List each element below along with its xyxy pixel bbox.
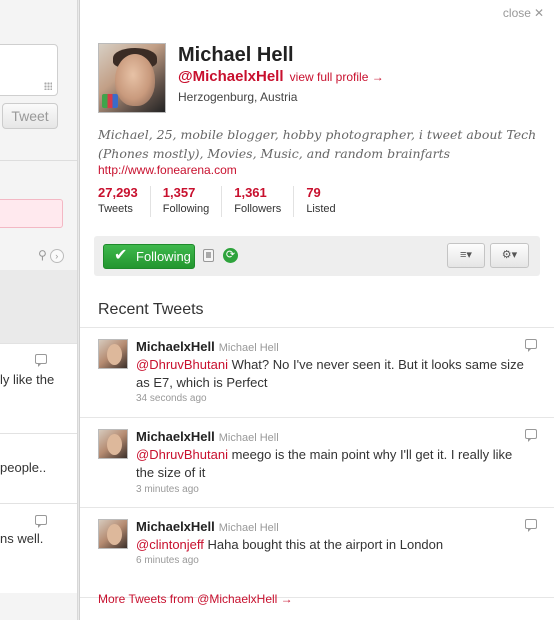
tweet-full-name: Michael Hell	[218, 432, 279, 444]
recent-tweets-heading: Recent Tweets	[98, 301, 204, 318]
profile-stats: 27,293 Tweets 1,357 Following 1,361 Foll…	[98, 186, 348, 217]
geo-controls[interactable]: ⚲ ›	[38, 248, 64, 263]
tweet-text: @DhruvBhutani meego is the main point wh…	[136, 446, 531, 482]
close-button[interactable]: close ✕	[500, 6, 544, 20]
profile-avatar[interactable]	[98, 43, 166, 113]
background-timeline-column: Tweet ⚲ › ly like the people.. ns well.	[0, 0, 78, 620]
stat-label: Listed	[306, 203, 336, 215]
tweet-author[interactable]: MichaelxHell Michael Hell	[136, 339, 279, 354]
stat-label: Followers	[234, 203, 282, 215]
tweet-item[interactable]: MichaelxHell Michael Hell @DhruvBhutani m…	[80, 418, 554, 508]
reply-icon[interactable]	[525, 339, 537, 352]
mention-link[interactable]: @DhruvBhutani	[136, 357, 228, 372]
tweet-timestamp[interactable]: 34 seconds ago	[136, 393, 207, 404]
tweet-avatar[interactable]	[98, 519, 128, 549]
tweet-timestamp[interactable]: 3 minutes ago	[136, 484, 199, 495]
tweet-full-name: Michael Hell	[218, 342, 279, 354]
screen-name-line: @MichaelxHell view full profile →	[178, 68, 384, 85]
timeline-item[interactable]: people..	[0, 433, 77, 503]
tweet-avatar[interactable]	[98, 429, 128, 459]
profile-name: Michael Hell	[178, 44, 294, 66]
close-label: close	[502, 6, 531, 20]
tweet-text: @DhruvBhutani What? No I've never seen i…	[136, 356, 531, 392]
tweet-screen-name[interactable]: MichaelxHell	[136, 519, 215, 534]
tweet-compose-box[interactable]	[0, 44, 58, 96]
gear-menu-button[interactable]: ⚙▾	[490, 243, 529, 268]
list-menu-button[interactable]: ≡▾	[447, 243, 485, 268]
reply-icon[interactable]	[525, 519, 537, 532]
tweet-item[interactable]: MichaelxHell Michael Hell @clintonjeff Ha…	[80, 508, 554, 598]
tweet-body: Haha bought this at the airport in Londo…	[203, 537, 444, 552]
tweet-full-name: Michael Hell	[218, 522, 279, 534]
tweet-avatar[interactable]	[98, 339, 128, 369]
stat-following[interactable]: 1,357 Following	[149, 185, 221, 217]
stat-value: 27,293	[98, 185, 138, 200]
arrow-right-icon[interactable]: ›	[49, 248, 64, 263]
stat-value: 1,361	[234, 185, 267, 200]
stat-listed[interactable]: 79 Listed	[293, 186, 347, 217]
tweet-author[interactable]: MichaelxHell Michael Hell	[136, 429, 279, 444]
location-pin-icon[interactable]: ⚲	[38, 248, 47, 262]
mention-link[interactable]: @DhruvBhutani	[136, 447, 228, 462]
stat-value: 1,357	[162, 185, 196, 200]
profile-url-link[interactable]: http://www.fonearena.com	[98, 163, 237, 177]
stat-value: 79	[306, 185, 321, 200]
tweet-timestamp[interactable]: 6 minutes ago	[136, 555, 199, 566]
checkmark-icon: ✔	[114, 247, 128, 264]
timeline-item-text: people..	[0, 460, 47, 475]
stat-label: Following	[162, 203, 210, 215]
view-full-profile-link[interactable]: view full profile →	[290, 70, 384, 84]
mention-link[interactable]: @clintonjeff	[136, 537, 204, 552]
tweet-item[interactable]: MichaelxHell Michael Hell @DhruvBhutani W…	[80, 328, 554, 418]
notification-bar	[0, 199, 63, 228]
retweet-toggle-icon[interactable]: ⟳	[223, 248, 238, 263]
tweet-text: @clintonjeff Haha bought this at the air…	[136, 536, 531, 554]
stat-followers[interactable]: 1,361 Followers	[221, 186, 293, 217]
screen-name-link[interactable]: @MichaelxHell	[178, 68, 284, 85]
timeline-item[interactable]: ns well.	[0, 503, 77, 593]
tweet-button[interactable]: Tweet	[2, 103, 58, 129]
resize-grip-icon[interactable]	[44, 82, 52, 90]
divider	[0, 160, 77, 161]
timeline-item-text: ns well.	[0, 531, 44, 546]
more-tweets-link[interactable]: More Tweets from @MichaelxHell →	[98, 592, 293, 606]
profile-location: Herzogenburg, Austria	[178, 90, 298, 104]
profile-details-panel: close ✕ Michael Hell @MichaelxHell view f…	[79, 0, 554, 620]
device-notifications-icon[interactable]	[203, 249, 214, 262]
following-label: Following	[136, 249, 191, 264]
timeline-item-text: ly like the	[0, 372, 55, 387]
close-icon: ✕	[533, 6, 544, 20]
reply-icon[interactable]	[35, 354, 47, 367]
tweet-author[interactable]: MichaelxHell Michael Hell	[136, 519, 279, 534]
following-button[interactable]: ✔ Following	[103, 244, 195, 269]
tweet-screen-name[interactable]: MichaelxHell	[136, 429, 215, 444]
profile-bio: Michael, 25, mobile blogger, hobby photo…	[98, 127, 537, 161]
stat-tweets[interactable]: 27,293 Tweets	[98, 186, 150, 217]
reply-icon[interactable]	[525, 429, 537, 442]
reply-icon[interactable]	[35, 515, 47, 528]
timeline-gap	[0, 270, 77, 343]
timeline-item[interactable]: ly like the	[0, 343, 77, 433]
profile-actions-bar: ✔ Following ⟳ ≡▾ ⚙▾	[94, 236, 540, 276]
tweet-screen-name[interactable]: MichaelxHell	[136, 339, 215, 354]
stat-label: Tweets	[98, 203, 133, 215]
